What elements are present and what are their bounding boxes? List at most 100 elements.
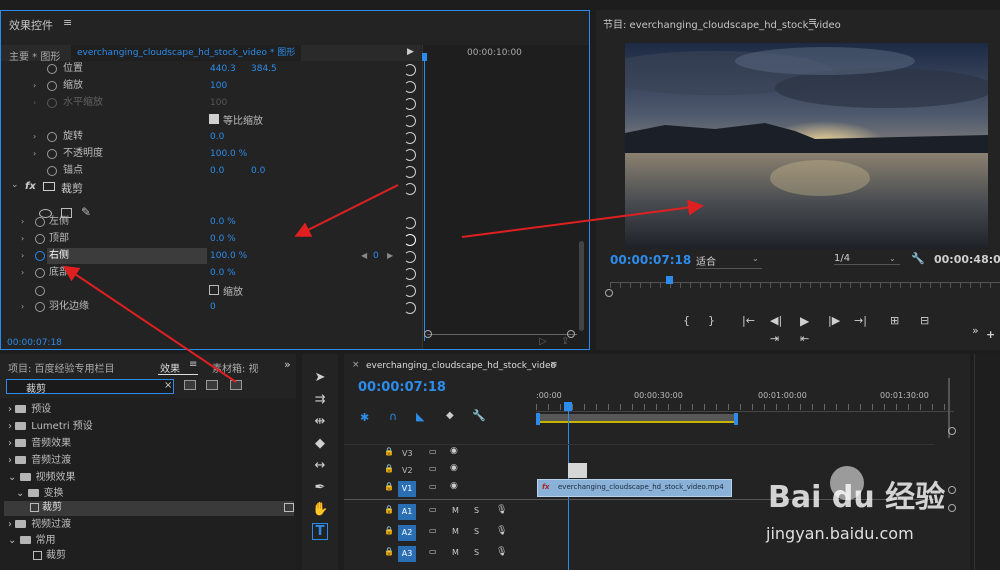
tree-item-common[interactable]: ⌄ 常用 [8,533,56,549]
solo-button[interactable]: S [474,506,479,515]
mark-in-icon[interactable]: { [683,314,690,327]
program-monitor-title[interactable]: 节目: everchanging_cloudscape_hd_stock_vid… [603,16,841,31]
prev-keyframe-icon[interactable]: ◀ [361,251,367,260]
stopwatch-icon[interactable] [47,149,57,159]
hand-tool-icon[interactable]: ✋ [312,502,328,517]
timeline-playhead[interactable] [564,402,572,411]
more-controls-icon[interactable]: » [972,324,979,337]
feather-value[interactable]: 0 [210,302,216,312]
settings-wrench-icon[interactable]: 🔧 [911,252,925,265]
mini-scrollbar[interactable] [579,241,584,331]
track-select-tool-icon[interactable]: ⇉ [312,392,328,407]
reset-icon[interactable] [404,115,416,127]
crop-left-value[interactable]: 0.0 % [210,217,236,227]
mic-icon[interactable]: 🎙 [496,505,507,515]
clear-search-icon[interactable]: × [164,380,172,391]
panel-menu-icon[interactable]: ≡ [189,359,197,370]
lock-icon[interactable]: 🔒 [384,447,394,456]
lock-icon[interactable]: 🔒 [384,547,394,556]
extract-icon[interactable]: ⊟ [920,314,929,327]
tree-item-audio-transitions[interactable]: › 音频过渡 [8,453,71,469]
mic-icon[interactable]: 🎙 [496,526,507,536]
expand-icon[interactable]: › [8,455,15,466]
add-marker-icon[interactable]: ◣ [416,410,424,423]
tree-item-crop[interactable]: 裁剪 [30,500,62,516]
stopwatch-icon[interactable] [35,217,45,227]
panel-menu-icon[interactable]: ≡ [808,15,817,28]
reset-icon[interactable] [404,217,416,229]
anchor-x-value[interactable]: 0.0 [210,166,224,176]
crop-top-value[interactable]: 0.0 % [210,234,236,244]
opacity-value[interactable]: 100.0 % [210,149,247,159]
more-tabs-icon[interactable]: » [284,358,291,371]
toggle-sync-icon[interactable]: ▭ [429,482,437,491]
tree-item-video-effects[interactable]: ⌄ 视频效果 [8,470,76,486]
tree-item-video-transitions[interactable]: › 视频过渡 [8,517,71,533]
eye-icon[interactable]: ◉ [450,481,458,491]
fit-dropdown-arrow-icon[interactable]: ⌄ [752,254,759,263]
reset-icon[interactable] [404,302,416,314]
track-target-v1[interactable]: V1 [398,481,416,497]
tab-project[interactable]: 项目: 百度经验专用栏目 [8,360,115,375]
expand-icon[interactable]: › [21,248,24,264]
reset-icon[interactable] [404,251,416,263]
collapse-icon[interactable]: ⌄ [16,488,28,499]
tab-effects[interactable]: 效果 [160,360,180,375]
reset-icon[interactable] [404,234,416,246]
crop-right-value[interactable]: 100.0 % [210,251,247,261]
mini-zoom-bar[interactable] [427,334,577,335]
crop-bottom-value[interactable]: 0.0 % [210,268,236,278]
v2-clip[interactable] [568,463,587,478]
expand-icon[interactable]: › [8,519,15,530]
expand-icon[interactable]: › [8,438,15,449]
ec-timecode[interactable]: 00:00:07:18 [7,338,62,348]
track-target-a1[interactable]: A1 [398,504,416,520]
stopwatch-icon[interactable] [47,132,57,142]
mic-icon[interactable]: 🎙 [496,547,507,557]
toggle-sync-icon[interactable]: ▭ [429,505,437,514]
reset-icon[interactable] [404,268,416,280]
collapse-icon[interactable]: ⌄ [8,535,20,546]
eye-icon[interactable]: ◉ [450,446,458,456]
insert-icon[interactable]: ⇥ [770,332,779,345]
position-y-value[interactable]: 384.5 [251,64,277,74]
collapse-icon[interactable]: ⌄ [8,472,20,483]
timeline-timecode[interactable]: 00:00:07:18 [358,380,446,395]
tree-item-lumetri[interactable]: › Lumetri 预设 [8,419,93,435]
tab-clip[interactable]: everchanging_cloudscape_hd_stock_video *… [71,45,302,61]
tree-item-audio-effects[interactable]: › 音频效果 [8,436,71,452]
32bit-filter-icon[interactable] [206,380,218,390]
pen-tool-icon[interactable]: ✒ [312,480,328,495]
panel-menu-icon[interactable]: ≡ [63,16,72,29]
pen-mask-icon[interactable]: ✎ [81,205,91,219]
reset-icon[interactable] [404,64,416,76]
expand-icon[interactable]: › [8,421,15,432]
type-tool-icon[interactable]: T [312,523,328,540]
timeline-vscroll-handle[interactable] [948,427,956,435]
collapse-icon[interactable]: ⌄ [11,180,19,190]
zoom-handle-left[interactable] [424,330,432,338]
filter-icon[interactable]: ▷ [539,336,547,347]
mute-button[interactable]: M [452,548,459,557]
toggle-sync-icon[interactable]: ▭ [429,464,437,473]
v1-clip[interactable]: fx everchanging_cloudscape_hd_stock_vide… [537,479,732,497]
stopwatch-icon[interactable] [35,234,45,244]
stopwatch-icon[interactable] [47,64,57,74]
program-scroll-handle[interactable] [605,289,613,297]
lift-icon[interactable]: ⊞ [890,314,899,327]
lock-icon[interactable]: 🔒 [384,482,394,491]
eye-icon[interactable]: ◉ [450,463,458,473]
reset-icon[interactable] [404,149,416,161]
marker-icon[interactable]: ◆ [446,410,454,421]
stopwatch-active-icon[interactable] [35,251,45,261]
close-tab-icon[interactable]: × [352,360,360,370]
yuv-filter-icon[interactable] [230,380,242,390]
mute-button[interactable]: M [452,506,459,515]
reset-icon[interactable] [404,98,416,110]
scale-value[interactable]: 100 [210,81,227,91]
ripple-edit-tool-icon[interactable]: ⇹ [312,414,328,429]
expand-icon[interactable]: › [33,78,36,94]
lock-icon[interactable]: 🔒 [384,505,394,514]
tab-bin[interactable]: 素材箱: 视 [212,360,259,375]
linked-selection-icon[interactable]: ∩ [389,410,397,423]
